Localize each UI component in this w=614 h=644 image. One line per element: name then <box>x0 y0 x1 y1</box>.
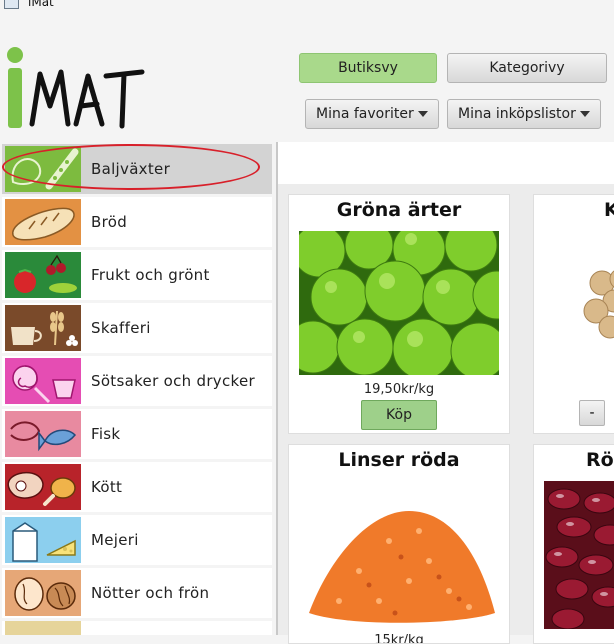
product-image-red-lentils <box>299 481 499 629</box>
sidebar-item-fish[interactable]: Fisk <box>2 409 272 459</box>
sidebar-item-nuts-seeds[interactable]: Nötter och frön <box>2 568 272 618</box>
header: Butiksvy Kategorivy Mina favoriter Mina … <box>0 14 614 142</box>
favorites-label: Mina favoriter <box>316 106 414 122</box>
legumes-icon <box>5 146 81 192</box>
fish-icon <box>5 411 81 457</box>
store-view-label: Butiksvy <box>338 60 398 76</box>
decrease-quantity-button[interactable]: - <box>579 400 605 426</box>
app-window-icon <box>4 0 19 9</box>
dairy-icon <box>5 517 81 563</box>
product-grid: Gröna ärter 19,50kr/kg Köp K <box>278 184 614 644</box>
product-image-chickpeas <box>544 231 614 375</box>
chevron-down-icon <box>580 111 590 117</box>
window-titlebar: iMat <box>0 0 614 14</box>
store-view-button[interactable]: Butiksvy <box>299 53 437 83</box>
product-name: K <box>604 199 614 221</box>
sidebar-item-label: Frukt och grönt <box>91 266 210 284</box>
sidebar-item-dairy[interactable]: Mejeri <box>2 515 272 565</box>
sidebar-item-label: Nötter och frön <box>91 584 210 602</box>
sidebar-item-legumes[interactable]: Baljväxter <box>2 144 272 194</box>
category-view-button[interactable]: Kategorivy <box>447 53 607 83</box>
sidebar-item-label: Fisk <box>91 425 121 443</box>
buy-button-label: Köp <box>386 407 412 423</box>
product-price: 19,50kr/kg <box>363 382 435 397</box>
sidebar-item-more[interactable] <box>2 621 272 635</box>
sidebar-item-label: Mejeri <box>91 531 139 549</box>
category-sidebar: Baljväxter Bröd Frukt och grönt Skafferi… <box>0 142 278 635</box>
sidebar-item-sweets-drinks[interactable]: Sötsaker och drycker <box>2 356 272 406</box>
shopping-lists-label: Mina inköpslistor <box>458 106 576 122</box>
pantry-icon <box>5 305 81 351</box>
content-header-strip <box>278 142 614 184</box>
product-card[interactable]: K - <box>533 194 614 434</box>
product-card[interactable]: Gröna ärter 19,50kr/kg Köp <box>288 194 510 434</box>
window-title: iMat <box>28 0 54 9</box>
sidebar-item-label: Sötsaker och drycker <box>91 372 255 390</box>
meat-icon <box>5 464 81 510</box>
product-name: Rö <box>586 449 614 471</box>
bread-icon <box>5 199 81 245</box>
minus-label: - <box>589 405 595 421</box>
imat-logo <box>7 47 145 129</box>
product-card[interactable]: Linser röda 15kr/kg <box>288 444 510 644</box>
favorites-dropdown[interactable]: Mina favoriter <box>305 99 439 129</box>
sidebar-item-label: Kött <box>91 478 123 496</box>
sidebar-item-bread[interactable]: Bröd <box>2 197 272 247</box>
category-icon <box>5 621 81 635</box>
sidebar-item-meat[interactable]: Kött <box>2 462 272 512</box>
sidebar-item-label: Bröd <box>91 213 128 231</box>
buy-button[interactable]: Köp <box>361 400 437 430</box>
sweets-drinks-icon <box>5 358 81 404</box>
product-image-green-peas <box>299 231 499 375</box>
nuts-seeds-icon <box>5 570 81 616</box>
shopping-lists-dropdown[interactable]: Mina inköpslistor <box>447 99 601 129</box>
product-image-red-beans <box>544 481 614 629</box>
product-card[interactable]: Rö <box>533 444 614 644</box>
chevron-down-icon <box>418 111 428 117</box>
product-name: Linser röda <box>338 449 460 471</box>
sidebar-item-fruit-vegetables[interactable]: Frukt och grönt <box>2 250 272 300</box>
category-view-label: Kategorivy <box>489 60 565 76</box>
fruit-vegetables-icon <box>5 252 81 298</box>
sidebar-item-pantry[interactable]: Skafferi <box>2 303 272 353</box>
sidebar-item-label: Skafferi <box>91 319 151 337</box>
product-name: Gröna ärter <box>336 199 462 221</box>
sidebar-item-label: Baljväxter <box>91 160 171 178</box>
product-area: Gröna ärter 19,50kr/kg Köp K <box>278 142 614 644</box>
